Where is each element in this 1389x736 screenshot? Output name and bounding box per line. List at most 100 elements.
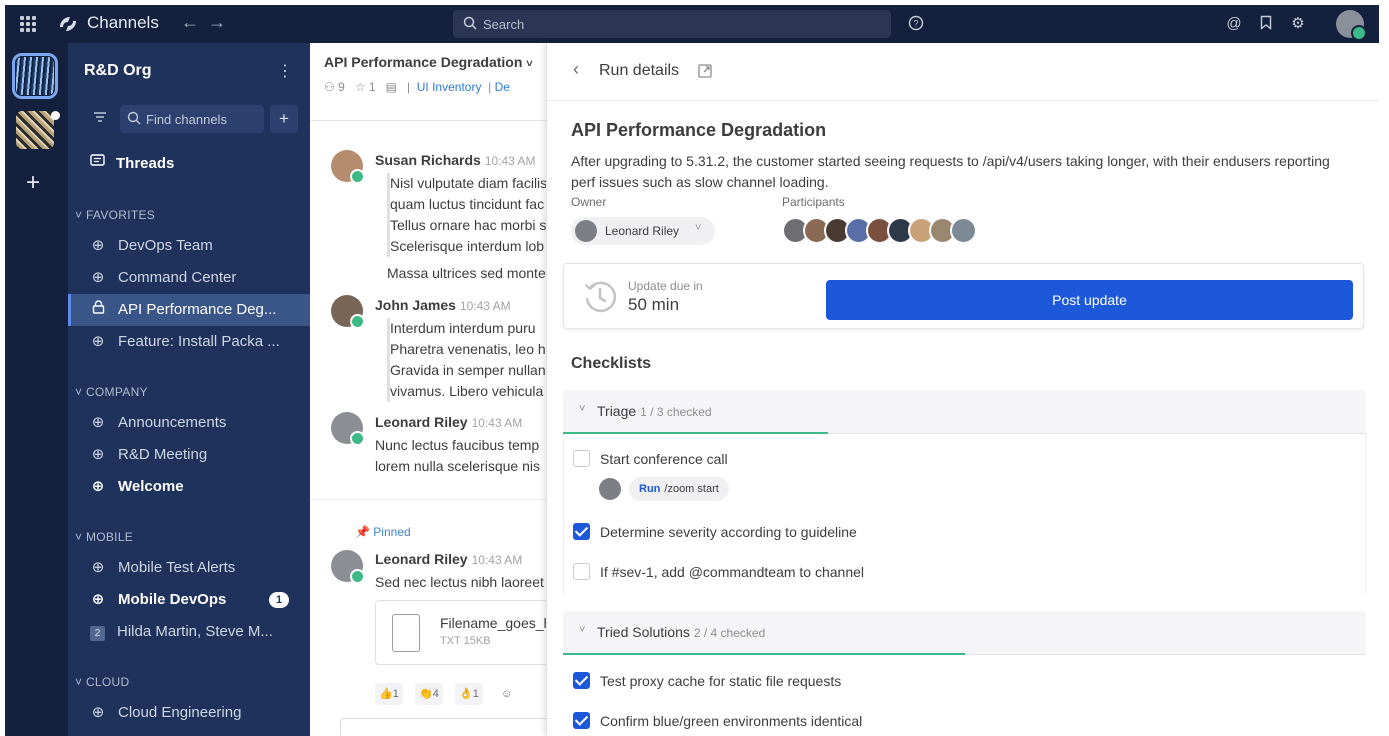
participant-avatars[interactable] xyxy=(782,217,982,245)
run-details-panel: ‹ Run details API Performance Degradatio… xyxy=(546,43,1379,736)
checklist-item[interactable]: If #sev-1, add @commandteam to channel xyxy=(573,562,864,582)
reaction-count: 4 xyxy=(432,688,439,700)
team-icon-rd-org[interactable] xyxy=(12,53,58,99)
section-header-company[interactable]: ˅ COMPANY xyxy=(75,385,148,399)
sidebar-item-devops-team[interactable]: ⊕ DevOps Team xyxy=(68,230,310,262)
search-icon xyxy=(463,16,477,30)
checkbox[interactable] xyxy=(573,522,590,540)
search-box[interactable] xyxy=(453,10,891,38)
reaction-clap[interactable]: 👏4 xyxy=(415,683,443,705)
center-channel: API Performance Degradation ˅ ⚇ 9 ☆ 1 ▤ … xyxy=(310,43,550,736)
sidebar-item-welcome[interactable]: ⊕ Welcome xyxy=(68,471,310,503)
avatar xyxy=(575,220,597,242)
globe-icon: ⊕ xyxy=(91,333,105,350)
channel-label: Announcements xyxy=(118,414,227,431)
filter-icon[interactable] xyxy=(88,106,112,130)
globe-icon: ⊕ xyxy=(91,446,105,463)
members-icon[interactable]: ⚇ xyxy=(324,80,335,94)
search-icon xyxy=(127,111,141,125)
checkbox[interactable] xyxy=(573,449,590,467)
add-reaction-icon[interactable]: ☺ xyxy=(497,683,516,705)
add-team-icon[interactable]: + xyxy=(26,169,40,197)
author-name: Leonard Riley xyxy=(375,414,468,430)
checklist-header-triage[interactable]: ˅ Triage 1 / 3 checked xyxy=(563,390,1366,434)
post-author[interactable]: Leonard Riley 10:43 AM xyxy=(375,551,522,567)
post-author[interactable]: Leonard Riley 10:43 AM xyxy=(375,414,522,430)
pin-icon[interactable]: ☆ xyxy=(355,80,366,94)
post-time: 10:43 AM xyxy=(471,553,523,567)
section-header-cloud[interactable]: ˅ CLOUD xyxy=(75,675,129,689)
org-menu-icon[interactable]: ⋮ xyxy=(277,61,293,81)
sidebar-item-mobile-test-alerts[interactable]: ⊕ Mobile Test Alerts xyxy=(68,552,310,584)
post-text: Sed nec lectus nibh laoreet xyxy=(375,574,544,590)
channel-title[interactable]: API Performance Degradation ˅ xyxy=(324,54,533,70)
globe-icon: ⊕ xyxy=(91,414,105,431)
sidebar-item-group-dm[interactable]: 2 Hilda Martin, Steve M... xyxy=(68,616,310,648)
message-box[interactable] xyxy=(340,718,549,736)
checkbox[interactable] xyxy=(573,671,590,689)
section-header-mobile[interactable]: ˅ MOBILE xyxy=(75,530,133,544)
forward-arrow-icon[interactable]: → xyxy=(208,12,226,33)
team-icon-second[interactable] xyxy=(16,111,54,149)
external-link-icon[interactable] xyxy=(698,64,712,78)
product-menu-icon[interactable] xyxy=(20,16,36,32)
avatar[interactable] xyxy=(331,295,365,329)
add-channel-button[interactable]: + xyxy=(270,105,298,133)
back-arrow-icon[interactable]: ← xyxy=(181,12,199,33)
run-label: Run xyxy=(639,483,661,495)
checklist-item[interactable]: Determine severity according to guidelin… xyxy=(573,522,857,542)
find-channels-input[interactable] xyxy=(146,110,258,128)
sidebar-item-announcements[interactable]: ⊕ Announcements xyxy=(68,407,310,439)
reaction-ok-hand[interactable]: 👌1 xyxy=(455,683,483,705)
file-meta: TXT 15KB xyxy=(440,635,491,647)
section-label: CLOUD xyxy=(85,675,130,689)
threads-item[interactable]: Threads xyxy=(90,154,174,172)
update-card: Update due in 50 min Post update xyxy=(563,263,1364,329)
avatar[interactable] xyxy=(331,550,365,584)
header-link-ui-inventory[interactable]: UI Inventory xyxy=(417,80,482,94)
post-author[interactable]: Susan Richards 10:43 AM xyxy=(375,152,536,168)
channel-label: DevOps Team xyxy=(118,237,213,254)
sidebar-item-mobile-devops[interactable]: ⊕ Mobile DevOps 1 xyxy=(68,584,310,616)
post-line: Nisl vulputate diam facilis xyxy=(390,175,548,191)
checklist-item[interactable]: Start conference call xyxy=(573,449,728,469)
find-channels-box[interactable] xyxy=(120,105,264,133)
sidebar-item-cloud-engineering[interactable]: ⊕ Cloud Engineering xyxy=(68,697,310,729)
checklist-item[interactable]: Confirm blue/green environments identica… xyxy=(573,711,862,731)
run-command-button[interactable]: Run/zoom start xyxy=(629,477,729,501)
post-update-button[interactable]: Post update xyxy=(826,280,1353,320)
avatar[interactable] xyxy=(331,412,365,446)
checklist-item-label: Start conference call xyxy=(600,451,728,467)
sidebar-item-rd-meeting[interactable]: ⊕ R&D Meeting xyxy=(68,439,310,471)
saved-items-icon[interactable] xyxy=(1257,15,1275,33)
settings-gear-icon[interactable]: ⚙ xyxy=(1289,15,1307,33)
search-input[interactable] xyxy=(483,14,883,34)
channel-header: API Performance Degradation ˅ ⚇ 9 ☆ 1 ▤ … xyxy=(310,43,549,121)
owner-selector[interactable]: Leonard Riley ˅ xyxy=(571,217,715,245)
checklist-item[interactable]: Test proxy cache for static file request… xyxy=(573,671,841,691)
mentions-icon[interactable]: @ xyxy=(1225,15,1243,33)
help-icon[interactable]: ? xyxy=(907,15,925,33)
file-attachment[interactable]: Filename_goes_h TXT 15KB xyxy=(375,600,549,665)
sidebar-item-feature-install[interactable]: ⊕ Feature: Install Packa ... xyxy=(68,326,310,358)
sidebar-item-api-performance[interactable]: API Performance Deg... xyxy=(68,294,310,326)
sidebar-item-command-center[interactable]: ⊕ Command Center xyxy=(68,262,310,294)
user-avatar[interactable] xyxy=(1336,10,1367,41)
checkbox[interactable] xyxy=(573,711,590,729)
files-icon[interactable]: ▤ xyxy=(386,80,397,94)
channel-label: Mobile Test Alerts xyxy=(118,559,236,576)
reaction-thumbs-up[interactable]: 👍1 xyxy=(375,683,403,705)
post-text: Nunc lectus faucibus temp lorem nulla sc… xyxy=(375,435,549,477)
header-link-second[interactable]: De xyxy=(495,80,510,94)
checkbox[interactable] xyxy=(573,562,590,580)
reaction-emoji: 👍 xyxy=(379,688,393,700)
org-name[interactable]: R&D Org xyxy=(84,62,152,80)
section-label: COMPANY xyxy=(85,385,148,399)
avatar[interactable] xyxy=(331,150,365,184)
chevron-left-icon[interactable]: ‹ xyxy=(573,59,579,80)
product-title: Channels xyxy=(87,13,159,32)
post-author[interactable]: John James 10:43 AM xyxy=(375,297,511,313)
checklist-header-tried-solutions[interactable]: ˅ Tried Solutions 2 / 4 checked xyxy=(563,611,1366,655)
globe-icon: ⊕ xyxy=(91,704,105,721)
section-header-favorites[interactable]: ˅ FAVORITES xyxy=(75,208,155,222)
